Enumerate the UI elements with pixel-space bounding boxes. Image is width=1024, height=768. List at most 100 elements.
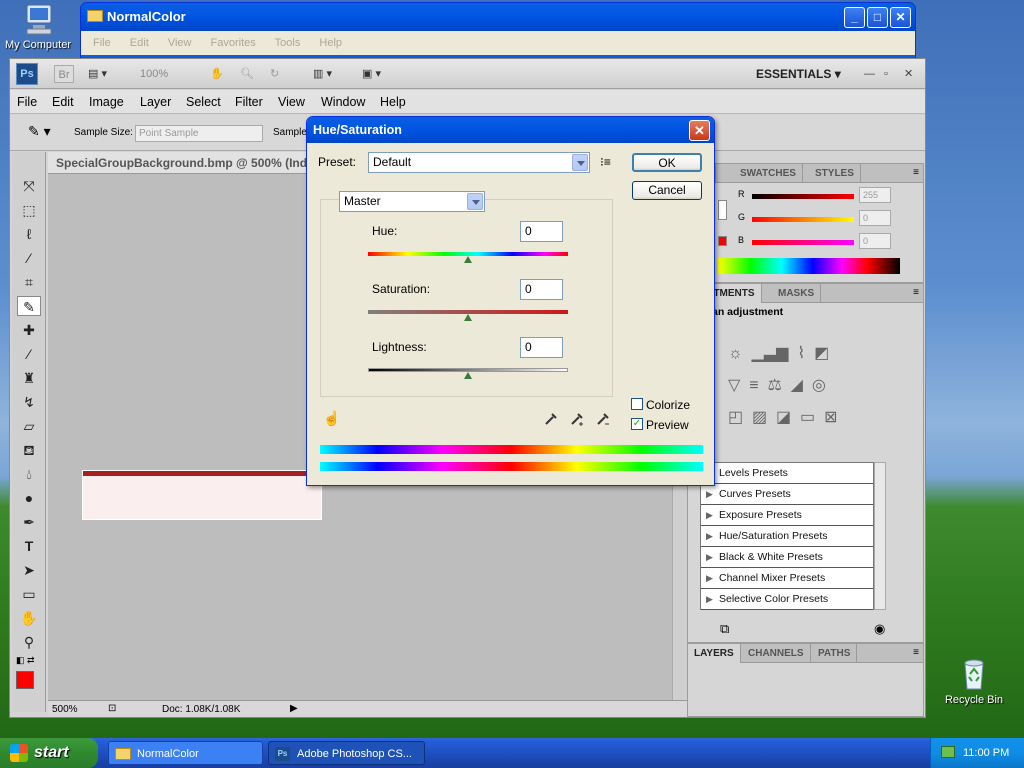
blur-tool-icon[interactable]: 💧︎ <box>17 464 41 484</box>
explorer-titlebar[interactable]: NormalColor _ □ ✕ <box>81 3 915 31</box>
network-icon[interactable] <box>941 746 955 758</box>
layers-panel-menu-icon[interactable]: ≡ <box>913 647 919 658</box>
b-value-field[interactable]: 0 <box>859 233 891 249</box>
history-brush-tool-icon[interactable]: ↯ <box>17 392 41 412</box>
posterize-icon[interactable]: ▨ <box>752 409 767 426</box>
curves-icon[interactable]: ⌇ <box>797 345 805 362</box>
hue-input[interactable]: 0 <box>520 221 563 242</box>
taskbar-item-photoshop[interactable]: Ps Adobe Photoshop CS... <box>268 741 425 765</box>
canvas-image[interactable] <box>82 470 322 520</box>
menu-select[interactable]: Select <box>186 95 221 109</box>
my-computer-desktop-icon[interactable]: My Computer <box>0 2 76 51</box>
panel-menu-icon[interactable]: ≡ <box>913 167 919 178</box>
magic-wand-tool-icon[interactable]: ⁄ <box>17 248 41 268</box>
preset-row-curves[interactable]: Curves Presets <box>701 484 873 505</box>
clock[interactable]: 11:00 PM <box>963 747 1009 759</box>
dodge-tool-icon[interactable]: ● <box>17 488 41 508</box>
status-zoom-field[interactable]: 500% <box>52 702 78 717</box>
r-slider[interactable] <box>752 194 854 199</box>
tab-swatches[interactable]: SWATCHES <box>734 164 803 183</box>
adjustments-panel-menu-icon[interactable]: ≡ <box>913 287 919 298</box>
eyedropper-tool-icon[interactable]: ✎ <box>17 296 41 316</box>
color-balance-icon[interactable]: ⚖ <box>767 377 781 394</box>
preset-row-black-white[interactable]: Black & White Presets <box>701 547 873 568</box>
crop-tool-icon[interactable]: ⌗ <box>17 272 41 292</box>
explorer-menu-help[interactable]: Help <box>319 37 342 49</box>
preset-select[interactable]: Default <box>368 152 590 173</box>
clone-stamp-tool-icon[interactable]: ♜ <box>17 368 41 388</box>
black-white-icon[interactable]: ◢ <box>791 377 803 394</box>
eyedropper-icon[interactable] <box>543 411 559 427</box>
preset-row-exposure[interactable]: Exposure Presets <box>701 505 873 526</box>
brightness-contrast-icon[interactable]: ☼ <box>728 345 743 362</box>
recycle-bin-desktop-icon[interactable]: Recycle Bin <box>936 657 1012 706</box>
minimize-button[interactable]: _ <box>844 7 865 28</box>
ps-maximize-button[interactable]: ▫ <box>884 65 888 83</box>
move-tool-icon[interactable]: ⤧ <box>17 176 41 196</box>
channel-select[interactable]: Master <box>339 191 485 212</box>
tab-channels[interactable]: CHANNELS <box>742 644 811 663</box>
photo-filter-icon[interactable]: ◎ <box>812 377 826 394</box>
foreground-color-swatch[interactable] <box>16 671 34 689</box>
start-button[interactable]: start <box>0 738 98 768</box>
saturation-input[interactable]: 0 <box>520 279 563 300</box>
vibrance-icon[interactable]: ▽ <box>728 377 740 394</box>
g-slider[interactable] <box>752 217 854 222</box>
zoom-tool-icon[interactable]: ⚲ <box>17 632 41 652</box>
menu-image[interactable]: Image <box>89 95 124 109</box>
preset-row-levels[interactable]: Levels Presets <box>701 463 873 484</box>
b-slider[interactable] <box>752 240 854 245</box>
maximize-button[interactable]: □ <box>867 7 888 28</box>
workspace-switcher[interactable]: ESSENTIALS ▾ <box>756 65 841 83</box>
preset-row-hue-saturation[interactable]: Hue/Saturation Presets <box>701 526 873 547</box>
preview-checkbox[interactable]: ✓ <box>631 418 643 430</box>
menu-filter[interactable]: Filter <box>235 95 263 109</box>
tab-paths[interactable]: PATHS <box>812 644 858 663</box>
status-menu-arrow-icon[interactable]: ▶ <box>290 701 298 716</box>
levels-icon[interactable]: ▁▃▆ <box>752 345 789 362</box>
dialog-titlebar[interactable]: Hue/Saturation ✕ <box>307 117 714 143</box>
hue-slider-thumb[interactable] <box>464 256 472 263</box>
preset-row-channel-mixer[interactable]: Channel Mixer Presets <box>701 568 873 589</box>
bridge-button[interactable]: Br <box>54 65 74 83</box>
path-selection-tool-icon[interactable]: ➤ <box>17 560 41 580</box>
close-button[interactable]: ✕ <box>890 7 911 28</box>
status-info-icon[interactable]: ⊡ <box>108 701 116 716</box>
cancel-button[interactable]: Cancel <box>632 181 702 200</box>
menu-layer[interactable]: Layer <box>140 95 171 109</box>
zoom-level[interactable]: 100% <box>140 65 168 83</box>
menu-file[interactable]: File <box>17 95 37 109</box>
gradient-map-icon[interactable]: ▭ <box>800 409 815 426</box>
lightness-input[interactable]: 0 <box>520 337 563 358</box>
hand-tool-icon[interactable]: ✋ <box>210 65 224 83</box>
tab-masks[interactable]: MASKS <box>772 284 822 303</box>
menu-help[interactable]: Help <box>380 95 406 109</box>
shape-tool-icon[interactable]: ▭ <box>17 584 41 604</box>
eyedropper-minus-icon[interactable] <box>595 411 611 427</box>
type-tool-icon[interactable]: T <box>17 536 41 556</box>
preset-row-selective-color[interactable]: Selective Color Presets <box>701 589 873 610</box>
hue-saturation-icon[interactable]: ≡ <box>749 377 758 394</box>
dialog-close-button[interactable]: ✕ <box>689 120 710 141</box>
tab-layers[interactable]: LAYERS <box>688 644 741 663</box>
visibility-icon[interactable]: ◉ <box>874 621 885 637</box>
eyedropper-plus-icon[interactable] <box>569 411 585 427</box>
saturation-slider-thumb[interactable] <box>464 314 472 321</box>
colorize-checkbox[interactable] <box>631 398 643 410</box>
paint-bucket-tool-icon[interactable]: ⛾ <box>17 440 41 460</box>
color-spectrum-ramp[interactable] <box>718 258 900 274</box>
ok-button[interactable]: OK <box>632 153 702 172</box>
explorer-menu-tools[interactable]: Tools <box>275 37 301 49</box>
arrange-documents-button[interactable]: ▥ ▾ <box>313 65 332 83</box>
screen-mode-button[interactable]: ▣ ▾ <box>362 65 381 83</box>
presets-scrollbar[interactable] <box>874 462 886 610</box>
lightness-slider-thumb[interactable] <box>464 372 472 379</box>
brush-tool-icon[interactable]: ⁄ <box>17 344 41 364</box>
view-extras-button[interactable]: ▤ ▾ <box>88 65 107 83</box>
explorer-menu-view[interactable]: View <box>168 37 192 49</box>
rotate-view-icon[interactable]: ↻ <box>270 65 279 83</box>
preset-options-icon[interactable]: ⁝≡ <box>600 155 611 169</box>
menu-view[interactable]: View <box>278 95 305 109</box>
ps-minimize-button[interactable]: — <box>864 65 875 83</box>
taskbar-item-normalcolor[interactable]: NormalColor <box>108 741 263 765</box>
